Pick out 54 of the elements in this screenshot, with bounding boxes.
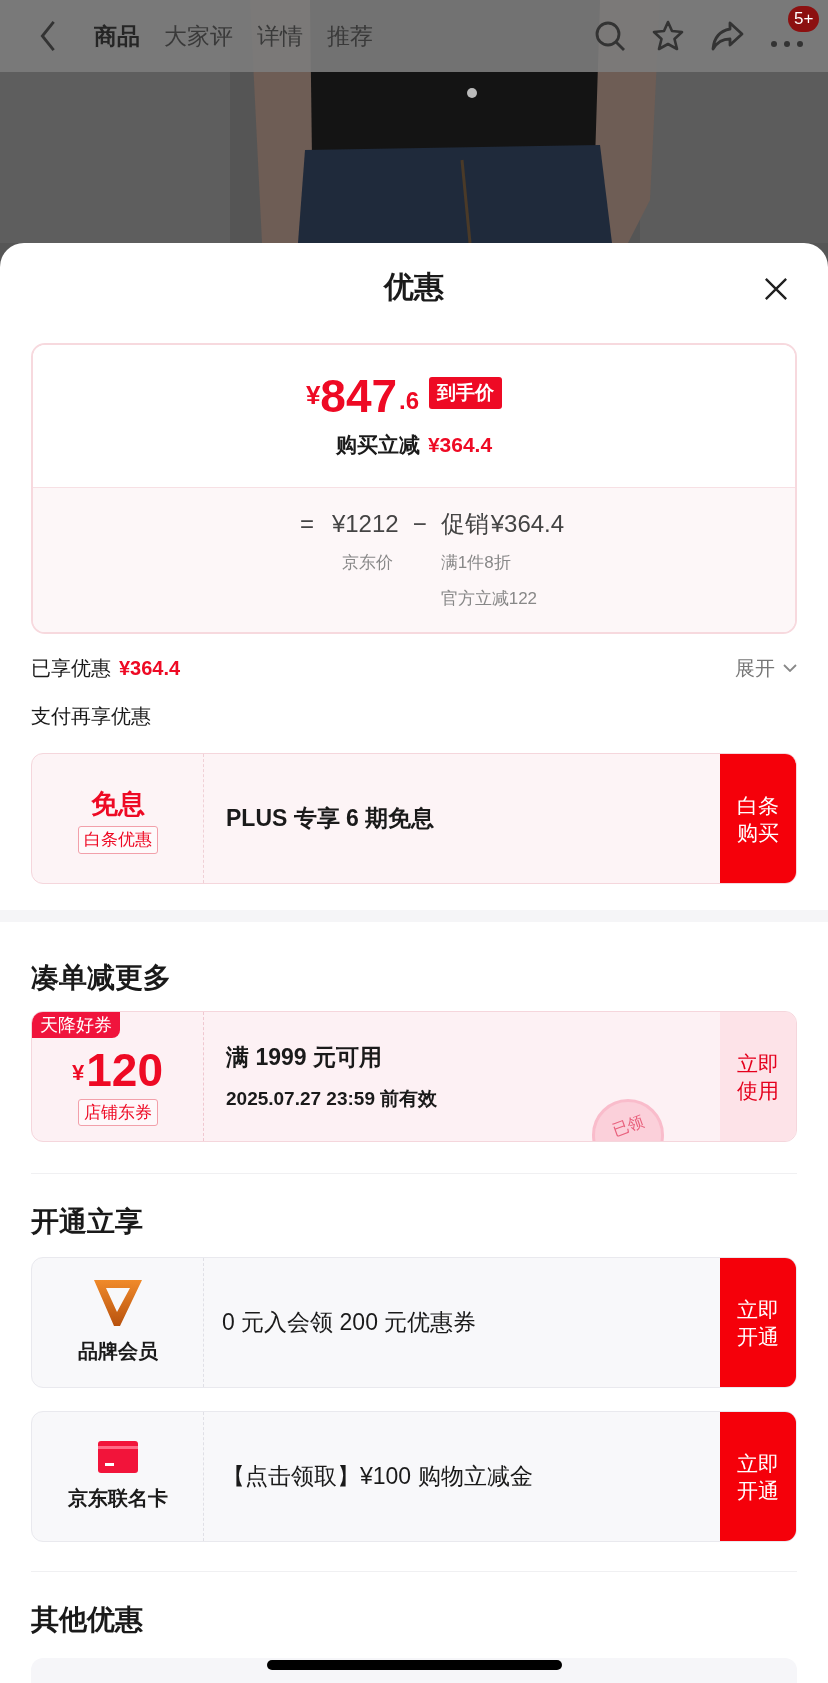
coupon-tag: 店铺东券 xyxy=(77,1098,158,1127)
promo-amount: ¥364.4 xyxy=(490,509,565,539)
search-icon[interactable] xyxy=(594,20,626,52)
nav-tab[interactable]: 商品 xyxy=(94,18,140,54)
offer-text: 【点击领取】¥100 购物立减金 xyxy=(222,1462,533,1492)
offer-headline: 免息 xyxy=(90,787,145,821)
enjoyed-amount: ¥364.4 xyxy=(119,656,181,681)
base-price-label: 京东价 xyxy=(341,552,393,574)
final-price: 847 xyxy=(320,371,398,421)
notification-badge: 5+ xyxy=(788,6,820,32)
enjoyed-label: 已享优惠 xyxy=(31,656,111,681)
expand-link[interactable]: 展开 xyxy=(735,653,797,683)
more-icon[interactable] xyxy=(770,40,804,48)
close-icon[interactable] xyxy=(764,277,788,301)
currency-symbol: ¥ xyxy=(305,379,321,410)
buy-button[interactable]: 白条购买 xyxy=(720,754,796,883)
offer-text: 0 元入会领 200 元优惠券 xyxy=(222,1308,477,1338)
bank-card-icon xyxy=(97,1440,138,1473)
section-title: 开通立享 xyxy=(31,1205,144,1239)
final-price-tag: 到手价 xyxy=(429,376,503,409)
base-price: ¥1212 xyxy=(331,509,399,539)
price-decimal: .6 xyxy=(399,386,420,416)
coupon-ribbon: 天降好券 xyxy=(32,1012,120,1038)
promo-label: 促销 xyxy=(440,509,489,539)
coupon-condition: 满 1999 元可用 xyxy=(226,1043,383,1072)
nav-tab[interactable]: 详情 xyxy=(257,18,303,54)
nav-tab[interactable]: 推荐 xyxy=(327,18,373,54)
coupon-amount: 120 xyxy=(86,1044,163,1095)
offer-name: 京东联名卡 xyxy=(67,1485,168,1511)
minus-sign: − xyxy=(412,509,427,536)
currency-symbol: ¥ xyxy=(72,1058,85,1087)
section-title: 其他优惠 xyxy=(31,1603,144,1637)
chevron-down-icon xyxy=(783,664,797,672)
offer-name: 品牌会员 xyxy=(77,1338,158,1364)
open-button[interactable]: 立即开通 xyxy=(720,1412,796,1541)
sheet-title: 优惠 xyxy=(384,268,444,305)
section-title: 支付再享优惠 xyxy=(31,704,152,729)
star-icon[interactable] xyxy=(652,20,684,52)
promo-detail: 满1件8折 xyxy=(440,552,512,574)
saving-amount: ¥364.4 xyxy=(427,432,493,458)
offer-text: PLUS 专享 6 期免息 xyxy=(226,804,435,834)
saving-label: 购买立减 xyxy=(335,432,420,458)
v-logo-icon xyxy=(93,1279,142,1326)
claimed-stamp: 已领 xyxy=(592,1099,664,1141)
section-title: 凑单减更多 xyxy=(31,961,172,995)
open-button[interactable]: 立即开通 xyxy=(720,1258,796,1387)
offer-tag: 白条优惠 xyxy=(77,826,158,854)
back-icon[interactable] xyxy=(38,19,58,53)
use-button[interactable]: 立即使用 xyxy=(720,1012,796,1141)
equals-sign: = xyxy=(299,509,314,539)
share-icon[interactable] xyxy=(710,21,744,51)
coupon-validity: 2025.07.27 23:59 前有效 xyxy=(226,1086,439,1111)
nav-tab[interactable]: 大家评 xyxy=(164,18,233,54)
promo-detail: 官方立减122 xyxy=(440,587,539,610)
